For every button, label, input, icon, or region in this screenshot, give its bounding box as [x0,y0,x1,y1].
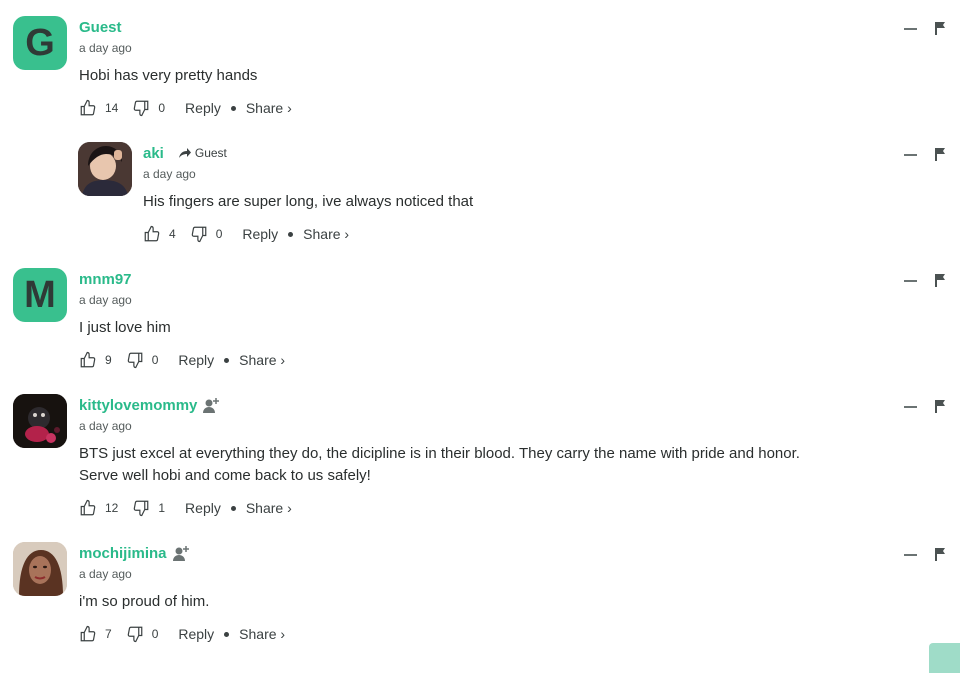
comment-text: Hobi has very pretty hands [79,67,258,84]
scroll-to-top-button[interactable] [929,643,960,673]
comment-text-line: Serve well hobi and come back to us safe… [79,467,371,484]
upvote-count: 7 [105,627,112,641]
thumbs-up-icon [80,499,96,516]
comment-text: i'm so proud of him. [79,593,210,610]
comment-actions: 7 0 Reply Share › [79,624,285,644]
comment-reply: aki Guest a day ago His fingers are supe… [0,142,960,252]
reply-button[interactable]: Reply [242,226,278,242]
separator-dot [230,505,236,511]
avatar[interactable] [78,142,132,196]
comment-author[interactable]: mochijimina [79,545,167,562]
thumbs-up-icon [80,99,96,116]
share-button[interactable]: Share › [239,626,285,642]
comment: mochijimina a day ago i'm so proud of hi… [0,542,960,652]
comment: kittylovemommy a day ago BTS just excel … [0,394,960,529]
reply-button[interactable]: Reply [178,352,214,368]
comment-timestamp[interactable]: a day ago [79,419,800,435]
comment-author[interactable]: kittylovemommy [79,397,197,414]
flag-icon[interactable] [935,22,946,35]
flag-icon[interactable] [935,274,946,287]
thumbs-up-icon [80,625,96,642]
separator-dot [224,631,230,637]
downvote-button[interactable]: 0 [126,625,159,643]
minus-icon[interactable] [904,553,917,556]
comment: M mnm97 a day ago I just love him 9 0 Re… [0,268,960,378]
comment-text: His fingers are super long, ive always n… [143,193,474,210]
thumbs-down-icon [191,226,207,243]
downvote-count: 1 [158,501,166,515]
thumbs-down-icon [134,100,149,117]
share-button[interactable]: Share › [303,226,349,242]
upvote-button[interactable]: 14 [79,99,118,117]
thumbs-down-icon [127,352,143,369]
comment: G Guest a day ago Hobi has very pretty h… [0,16,960,126]
reply-to-author: Guest [194,146,227,160]
flag-icon[interactable] [935,400,946,413]
minus-icon[interactable] [904,405,917,408]
downvote-count: 0 [151,627,159,641]
avatar[interactable]: M [13,268,67,322]
flag-icon[interactable] [935,548,946,561]
minus-icon[interactable] [904,153,917,156]
upvote-button[interactable]: 9 [79,351,112,369]
comment-author[interactable]: mnm97 [79,271,132,288]
share-button[interactable]: Share › [246,500,292,516]
downvote-button[interactable]: 1 [132,499,165,517]
add-user-icon[interactable] [172,545,191,561]
comment-text-line: BTS just excel at everything they do, th… [79,445,800,462]
comment-actions: 9 0 Reply Share › [79,350,285,370]
minus-icon[interactable] [904,27,917,30]
comment-actions: 4 0 Reply Share › [143,224,473,244]
add-user-icon[interactable] [203,397,221,413]
downvote-button[interactable]: 0 [126,351,159,369]
comment-timestamp[interactable]: a day ago [143,167,473,183]
reply-button[interactable]: Reply [185,100,221,116]
flag-icon[interactable] [935,148,946,161]
avatar[interactable] [13,542,67,596]
upvote-button[interactable]: 4 [143,225,176,243]
thumbs-up-icon [144,225,160,242]
upvote-count: 12 [105,501,119,515]
separator-dot [288,231,294,237]
share-button[interactable]: Share › [246,100,292,116]
upvote-count: 9 [105,353,112,367]
upvote-count: 14 [105,101,119,115]
separator-dot [224,357,230,363]
avatar[interactable] [13,394,67,448]
share-button[interactable]: Share › [239,352,285,368]
reply-button[interactable]: Reply [178,626,214,642]
thumbs-down-icon [127,626,143,643]
downvote-button[interactable]: 0 [132,99,165,117]
comment-actions: 12 1 Reply Share › [79,498,800,518]
downvote-count: 0 [151,353,159,367]
arrow-reply-icon [178,147,191,158]
avatar[interactable]: G [13,16,67,70]
comment-author[interactable]: aki [143,145,164,162]
thumbs-up-icon [80,351,96,368]
comment-author[interactable]: Guest [79,19,122,36]
upvote-button[interactable]: 7 [79,625,112,643]
downvote-button[interactable]: 0 [190,225,223,243]
downvote-count: 0 [215,227,223,241]
comment-text: BTS just excel at everything they do, th… [79,443,800,487]
separator-dot [230,105,236,111]
comment-actions: 14 0 Reply Share › [79,98,292,118]
upvote-count: 4 [169,227,176,241]
comment-timestamp[interactable]: a day ago [79,41,292,57]
thumbs-down-icon [134,500,149,517]
reply-button[interactable]: Reply [185,500,221,516]
minus-icon[interactable] [904,279,917,282]
upvote-button[interactable]: 12 [79,499,118,517]
reply-to-label[interactable]: Guest [178,146,227,160]
comment-timestamp[interactable]: a day ago [79,567,285,583]
comment-text: I just love him [79,319,171,336]
comment-timestamp[interactable]: a day ago [79,293,285,309]
downvote-count: 0 [158,101,166,115]
